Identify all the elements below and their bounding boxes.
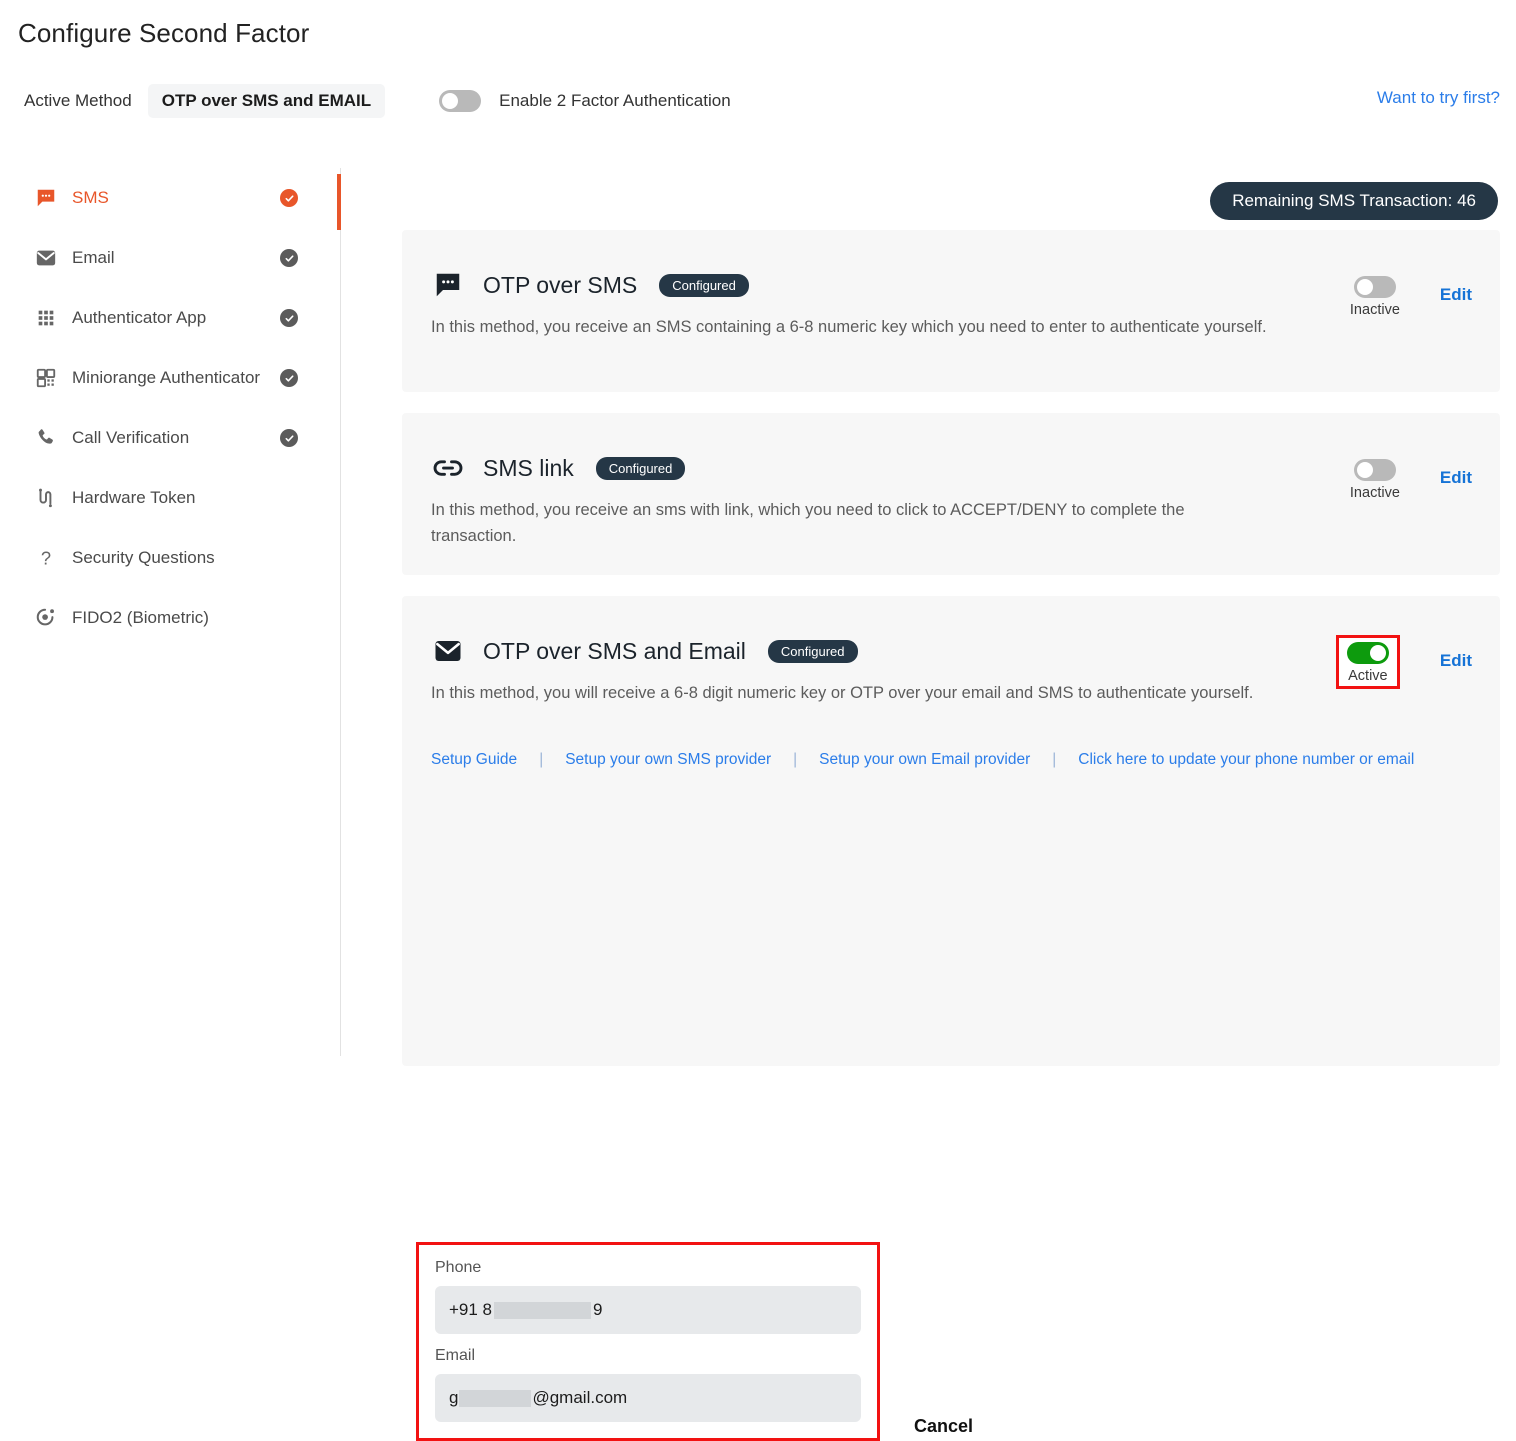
- card-title: OTP over SMS and Email: [483, 638, 746, 665]
- card-controls: Inactive Edit: [1350, 459, 1472, 501]
- question-mark-icon: ?: [34, 546, 58, 570]
- contact-details-form: Phone +91 8 9 Email g @gmail.com: [416, 1242, 880, 1441]
- card-controls: Active Edit: [1336, 642, 1472, 689]
- edit-method-button[interactable]: Edit: [1440, 468, 1472, 488]
- enable-2fa-label: Enable 2 Factor Authentication: [499, 91, 731, 111]
- card-description: In this method, you will receive a 6-8 d…: [402, 668, 1272, 707]
- remaining-sms-badge: Remaining SMS Transaction: 46: [1210, 182, 1498, 220]
- sidebar-item-label: FIDO2 (Biometric): [72, 608, 209, 628]
- configured-check-icon: [280, 429, 298, 447]
- active-method-row: Active Method OTP over SMS and EMAIL Ena…: [24, 84, 731, 118]
- sidebar-item-label: Security Questions: [72, 548, 215, 568]
- method-links-row: Setup Guide | Setup your own SMS provider |…: [402, 751, 1500, 769]
- link-separator: |: [793, 751, 797, 769]
- phone-suffix: 9: [593, 1300, 602, 1320]
- link-icon: [431, 451, 465, 485]
- sidebar-item-authenticator-app[interactable]: Authenticator App: [0, 288, 340, 348]
- envelope-icon: [431, 634, 465, 668]
- active-method-label: Active Method: [24, 91, 132, 111]
- card-description: In this method, you receive an SMS conta…: [402, 302, 1272, 341]
- method-link[interactable]: Setup Guide: [431, 751, 517, 769]
- sidebar-item-call-verification[interactable]: Call Verification: [0, 408, 340, 468]
- sms-chat-icon: [431, 268, 465, 302]
- phone-input[interactable]: +91 8 9: [435, 1286, 861, 1334]
- method-link[interactable]: Setup your own SMS provider: [565, 751, 771, 769]
- email-label: Email: [435, 1347, 861, 1365]
- method-toggle-group[interactable]: Active: [1336, 635, 1400, 689]
- phone-prefix: +91 8: [449, 1300, 492, 1320]
- link-separator: |: [1052, 751, 1056, 769]
- dot-grid-icon: [34, 306, 58, 330]
- email-redaction: [459, 1390, 531, 1407]
- sidebar-item-hardware-token[interactable]: Hardware Token: [0, 468, 340, 528]
- toggle-knob: [442, 93, 458, 109]
- method-activate-toggle[interactable]: [1354, 276, 1396, 298]
- cancel-button[interactable]: Cancel: [914, 1416, 973, 1437]
- card-description: In this method, you receive an sms with …: [402, 485, 1272, 549]
- sidebar-item-label: Call Verification: [72, 428, 189, 448]
- method-link[interactable]: Setup your own Email provider: [819, 751, 1030, 769]
- card-title: OTP over SMS: [483, 272, 637, 299]
- configured-check-icon: [280, 309, 298, 327]
- method-toggle-state: Active: [1348, 668, 1388, 684]
- link-separator: |: [539, 751, 543, 769]
- method-toggle-state: Inactive: [1350, 302, 1400, 318]
- main-content: Remaining SMS Transaction: 46 OTP over S…: [341, 168, 1516, 1056]
- card-header: SMS link Configured: [402, 413, 1500, 485]
- method-card: OTP over SMS Configured In this method, yo…: [402, 230, 1500, 392]
- hardware-token-icon: [34, 486, 58, 510]
- email-input[interactable]: g @gmail.com: [435, 1374, 861, 1422]
- phone-redaction: [494, 1302, 591, 1319]
- method-toggle-group[interactable]: Inactive: [1350, 459, 1400, 501]
- envelope-icon: [34, 246, 58, 270]
- sidebar-item-label: Hardware Token: [72, 488, 195, 508]
- active-method-value: OTP over SMS and EMAIL: [148, 84, 385, 118]
- configured-check-icon: [280, 189, 298, 207]
- qr-code-icon: [34, 366, 58, 390]
- method-toggle-group[interactable]: Inactive: [1350, 276, 1400, 318]
- configured-chip: Configured: [596, 457, 686, 480]
- sidebar: SMS Email Authenticator App Miniorange Auth…: [0, 168, 341, 1056]
- method-activate-toggle[interactable]: [1347, 642, 1389, 664]
- configured-check-icon: [280, 249, 298, 267]
- sidebar-item-security-questions[interactable]: ? Security Questions: [0, 528, 340, 588]
- sidebar-item-label: SMS: [72, 188, 109, 208]
- sidebar-item-email[interactable]: Email: [0, 228, 340, 288]
- card-controls: Inactive Edit: [1350, 276, 1472, 318]
- configured-chip: Configured: [659, 274, 749, 297]
- edit-method-button[interactable]: Edit: [1440, 285, 1472, 305]
- method-toggle-state: Inactive: [1350, 485, 1400, 501]
- svg-text:?: ?: [41, 547, 51, 568]
- method-link[interactable]: Click here to update your phone number o…: [1078, 751, 1414, 769]
- toggle-knob: [1370, 645, 1386, 661]
- configured-chip: Configured: [768, 640, 858, 663]
- method-activate-toggle[interactable]: [1354, 459, 1396, 481]
- phone-icon: [34, 426, 58, 450]
- sidebar-item-fido2-biometric[interactable]: FIDO2 (Biometric): [0, 588, 340, 648]
- phone-label: Phone: [435, 1259, 861, 1277]
- email-prefix: g: [449, 1388, 458, 1408]
- card-header: OTP over SMS Configured: [402, 230, 1500, 302]
- sidebar-item-miniorange-authenticator[interactable]: Miniorange Authenticator: [0, 348, 340, 408]
- want-to-try-first-link[interactable]: Want to try first?: [1377, 88, 1500, 108]
- sidebar-item-label: Authenticator App: [72, 308, 206, 328]
- email-suffix: @gmail.com: [532, 1388, 627, 1408]
- toggle-knob: [1357, 279, 1373, 295]
- edit-method-button[interactable]: Edit: [1440, 651, 1472, 671]
- method-card: OTP over SMS and Email Configured In this …: [402, 596, 1500, 1066]
- enable-2fa-toggle[interactable]: [439, 90, 481, 112]
- configured-check-icon: [280, 369, 298, 387]
- fido2-key-icon: [34, 606, 58, 630]
- method-card: SMS link Configured In this method, you re…: [402, 413, 1500, 575]
- card-title: SMS link: [483, 455, 574, 482]
- sidebar-item-label: Miniorange Authenticator: [72, 368, 260, 388]
- page-title: Configure Second Factor: [18, 18, 309, 49]
- sidebar-item-sms[interactable]: SMS: [0, 168, 340, 228]
- sidebar-item-label: Email: [72, 248, 115, 268]
- toggle-knob: [1357, 462, 1373, 478]
- sms-chat-icon: [34, 186, 58, 210]
